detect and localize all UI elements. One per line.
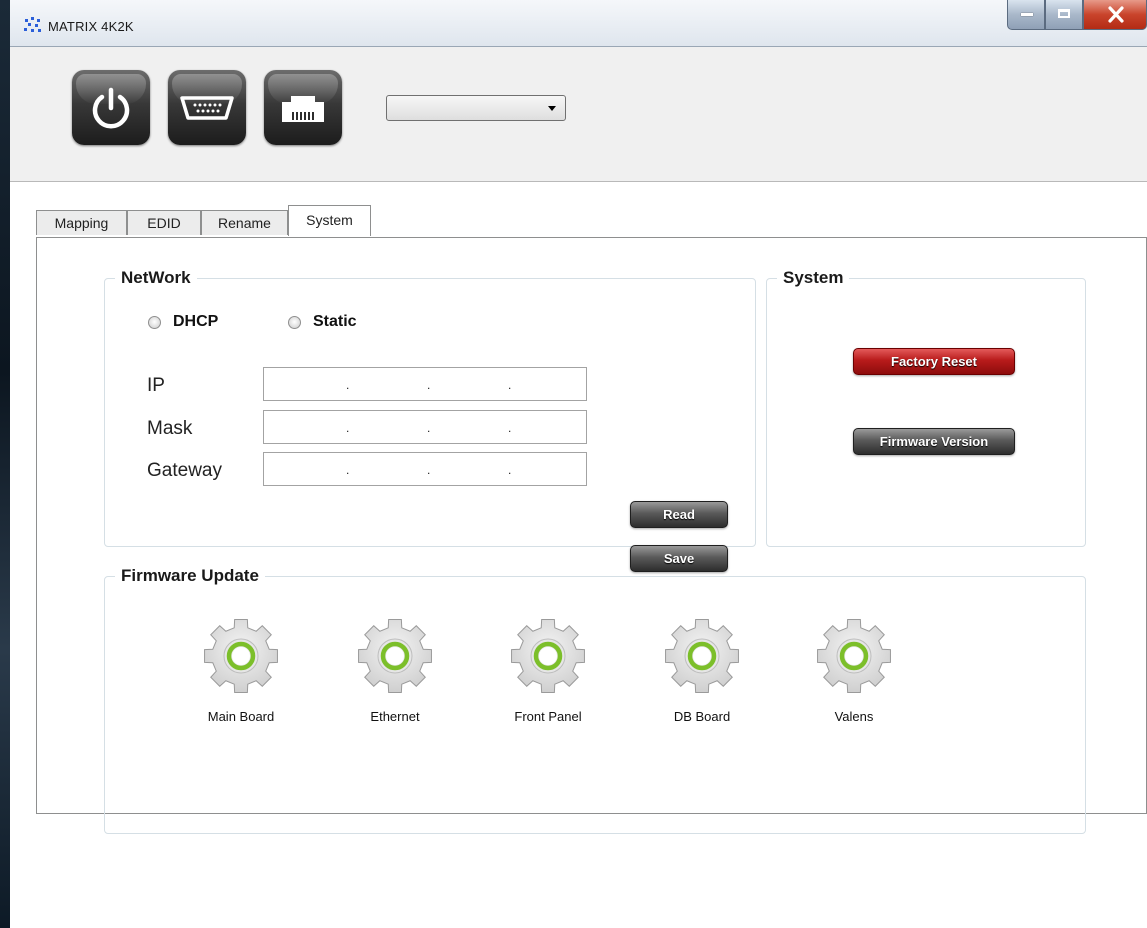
ethernet-port-icon — [282, 96, 324, 122]
static-label: Static — [313, 313, 357, 330]
tab-rename[interactable]: Rename — [201, 210, 288, 235]
title-bar[interactable]: MATRIX 4K2K — [10, 0, 1147, 47]
factory-reset-button[interactable]: Factory Reset — [853, 348, 1015, 375]
static-radio[interactable]: Static — [288, 313, 357, 331]
firmware-item-label: Front Panel — [514, 709, 582, 724]
system-title: System — [783, 268, 844, 287]
gateway-field[interactable]: . . . — [263, 452, 587, 486]
firmware-item-label: Main Board — [207, 709, 275, 724]
network-title: NetWork — [121, 268, 191, 287]
firmware-item-label: Ethernet — [370, 709, 420, 724]
window-title: MATRIX 4K2K — [48, 19, 134, 34]
gear-icon[interactable] — [508, 616, 588, 696]
ip-separator: . — [346, 378, 350, 392]
gear-icon[interactable] — [662, 616, 742, 696]
minimize-button[interactable] — [1007, 0, 1045, 30]
firmware-item-label: Valens — [834, 709, 874, 724]
maximize-icon — [1058, 9, 1070, 18]
ip-separator: . — [427, 378, 431, 392]
serial-port-button[interactable] — [168, 70, 246, 145]
ip-separator: . — [508, 378, 512, 392]
ip-field[interactable]: . . . — [263, 367, 587, 401]
firmware-version-button[interactable]: Firmware Version — [853, 428, 1015, 455]
dhcp-radio[interactable]: DHCP — [148, 313, 218, 331]
window-controls — [1007, 0, 1147, 34]
mask-separator: . — [346, 421, 350, 435]
tab-system[interactable]: System — [288, 205, 371, 236]
power-button[interactable] — [72, 70, 150, 145]
app-icon — [24, 17, 41, 32]
static-radio-button[interactable] — [288, 315, 301, 329]
gateway-separator: . — [427, 463, 431, 477]
toolbar — [10, 47, 1147, 182]
tab-edid[interactable]: EDID — [127, 210, 201, 235]
chevron-down-icon — [548, 106, 556, 111]
dhcp-radio-button[interactable] — [148, 315, 161, 329]
window-client: Mapping EDID Rename System NetWork DHCP … — [10, 47, 1147, 928]
system-tab-panel: NetWork DHCP Static IP . . . Mask . . . … — [36, 237, 1147, 834]
mask-separator: . — [427, 421, 431, 435]
mask-separator: . — [508, 421, 512, 435]
gear-icon[interactable] — [355, 616, 435, 696]
close-icon — [1108, 6, 1124, 23]
gear-icon[interactable] — [814, 616, 894, 696]
firmware-item-label: DB Board — [673, 709, 731, 724]
system-group: System — [766, 268, 1086, 547]
power-icon — [92, 87, 130, 129]
firmware-update-title: Firmware Update — [121, 566, 259, 585]
gateway-separator: . — [508, 463, 512, 477]
gateway-label: Gateway — [147, 460, 222, 481]
mask-field[interactable]: . . . — [263, 410, 587, 444]
dhcp-label: DHCP — [173, 313, 219, 330]
close-button[interactable] — [1083, 0, 1147, 30]
ethernet-port-button[interactable] — [264, 70, 342, 145]
mask-label: Mask — [147, 418, 193, 439]
firmware-update-group: Firmware Update — [104, 566, 1086, 834]
minimize-icon — [1021, 13, 1033, 16]
maximize-button[interactable] — [1045, 0, 1083, 30]
gear-icon[interactable] — [201, 616, 281, 696]
ip-label: IP — [147, 375, 165, 396]
serial-port-icon — [180, 96, 234, 120]
gateway-separator: . — [346, 463, 350, 477]
tab-mapping[interactable]: Mapping — [36, 210, 127, 235]
read-button[interactable]: Read — [630, 501, 728, 528]
port-select[interactable] — [386, 95, 566, 121]
desktop-edge — [0, 0, 10, 928]
